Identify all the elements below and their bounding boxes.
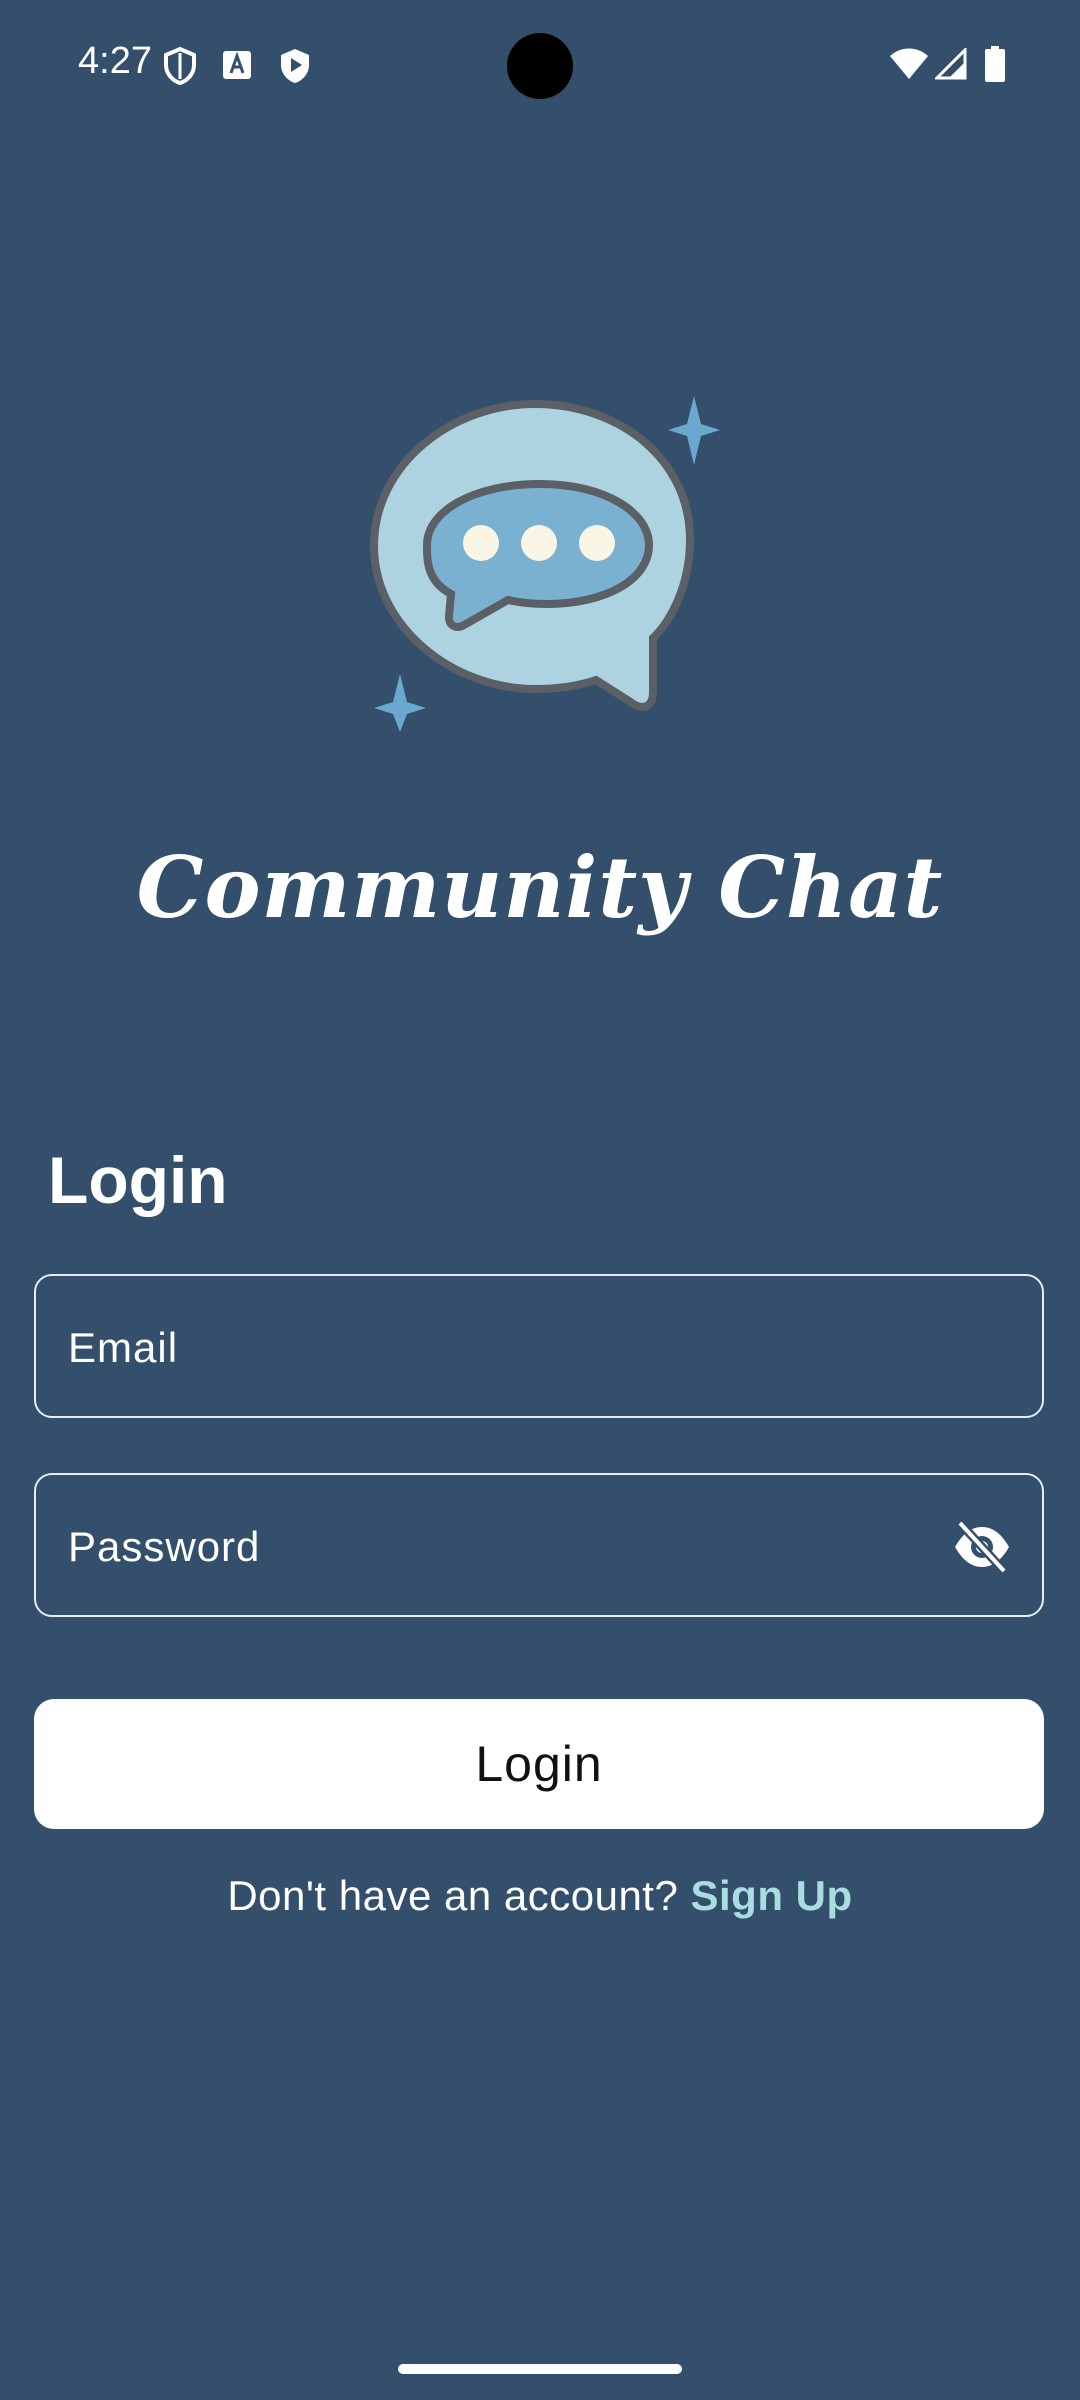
signal-icon bbox=[935, 48, 967, 80]
sparkle-icon bbox=[668, 396, 720, 465]
password-field[interactable]: Password bbox=[34, 1473, 1044, 1617]
signup-link[interactable]: Sign Up bbox=[691, 1872, 853, 1919]
wifi-icon bbox=[890, 48, 928, 79]
home-indicator[interactable] bbox=[398, 2364, 682, 2374]
play-protect-icon bbox=[281, 49, 309, 83]
email-field[interactable]: Email bbox=[34, 1274, 1044, 1418]
text-a-icon bbox=[223, 51, 251, 79]
status-bar: 4:27 bbox=[0, 0, 1080, 130]
front-camera bbox=[507, 33, 573, 99]
status-time: 4:27 bbox=[78, 40, 152, 82]
app-title: Community Chat bbox=[136, 838, 944, 937]
chat-bubble-logo bbox=[369, 396, 720, 732]
battery-icon bbox=[985, 46, 1005, 82]
signup-row: Don't have an account? Sign Up bbox=[0, 1872, 1080, 1920]
visibility-off-icon[interactable] bbox=[952, 1519, 1012, 1575]
login-button[interactable]: Login bbox=[34, 1699, 1044, 1829]
signup-prompt: Don't have an account? bbox=[227, 1872, 691, 1919]
email-placeholder: Email bbox=[68, 1324, 179, 1371]
sparkle-icon bbox=[374, 674, 426, 732]
login-heading: Login bbox=[48, 1143, 228, 1217]
shield-outline-icon bbox=[164, 46, 196, 86]
password-placeholder: Password bbox=[68, 1523, 261, 1570]
